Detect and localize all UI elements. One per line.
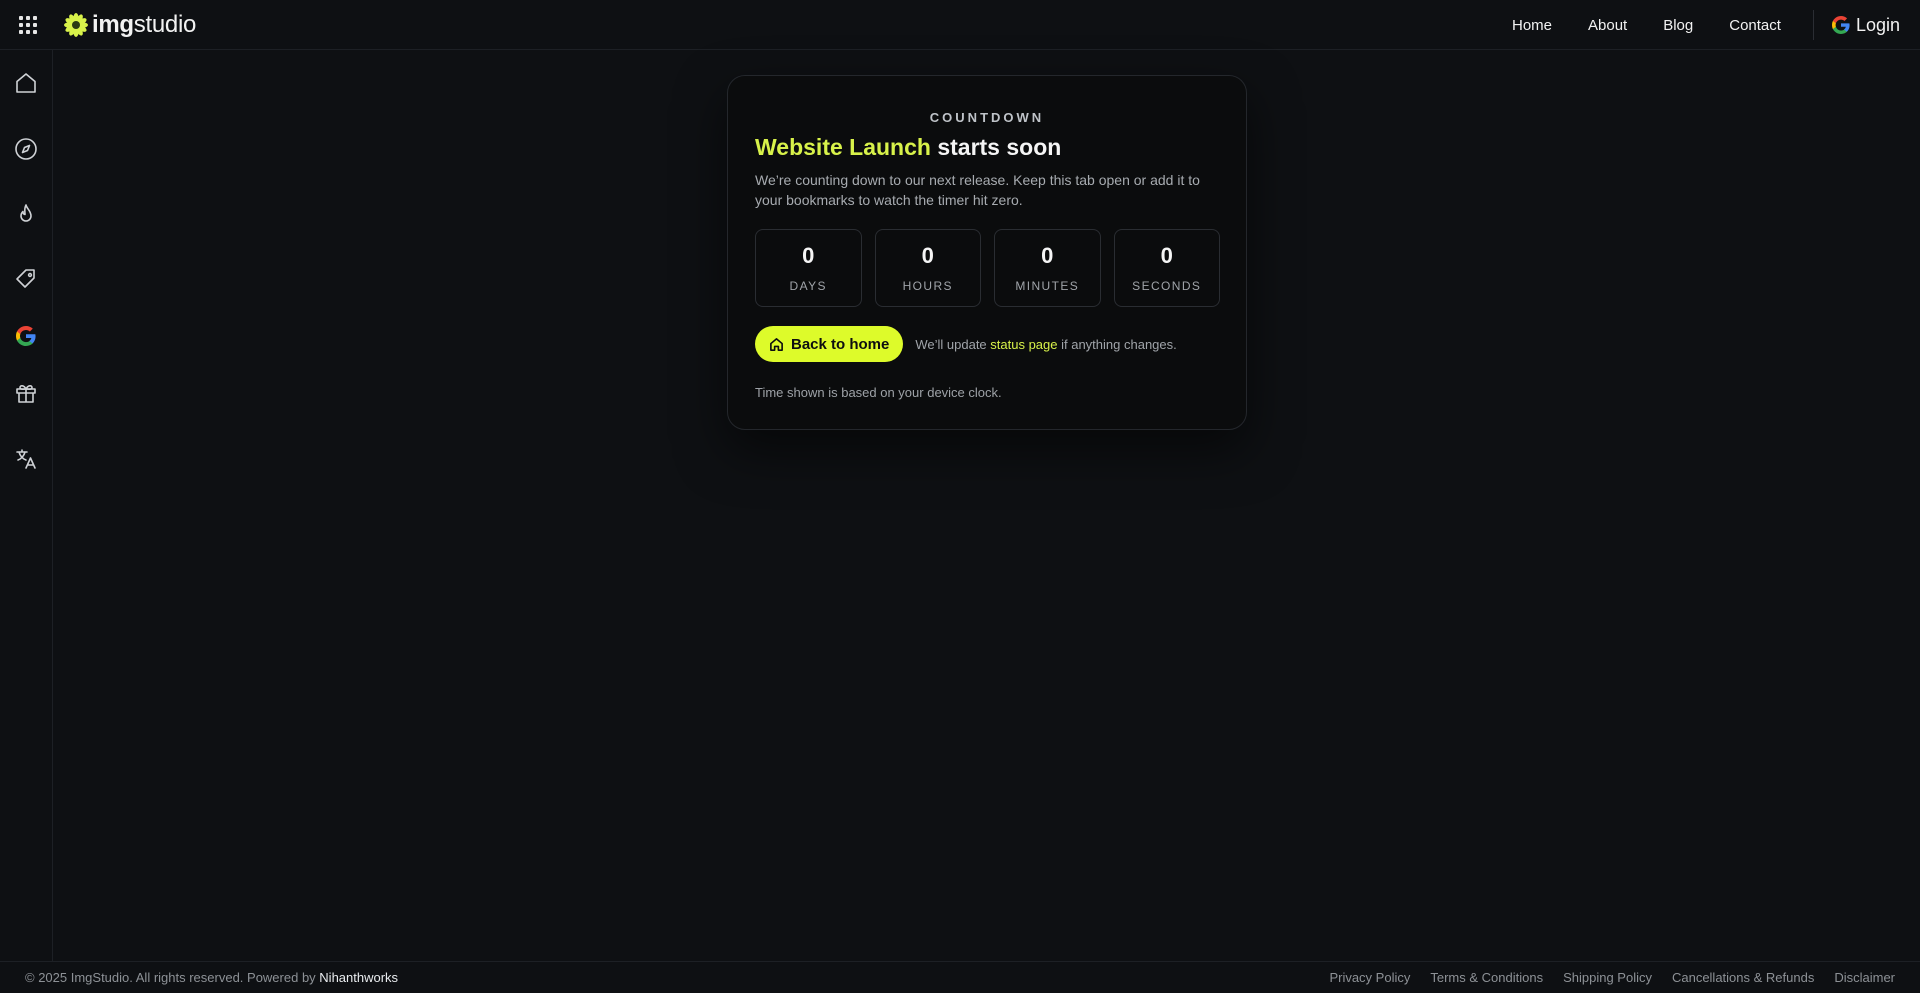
home-icon[interactable]	[13, 70, 39, 96]
footer-link-terms[interactable]: Terms & Conditions	[1430, 970, 1543, 985]
card-actions: Back to home We’ll update status page if…	[755, 326, 1177, 362]
timer-label: MINUTES	[1015, 279, 1080, 293]
footer-link-disclaimer[interactable]: Disclaimer	[1834, 970, 1895, 985]
timer-value: 0	[921, 243, 934, 268]
footer-link-refunds[interactable]: Cancellations & Refunds	[1672, 970, 1814, 985]
title-accent: Website Launch	[755, 134, 931, 160]
footer-link-shipping[interactable]: Shipping Policy	[1563, 970, 1652, 985]
countdown-timer: 0 DAYS 0 HOURS 0 MINUTES 0 SECONDS	[755, 229, 1220, 307]
nav-about[interactable]: About	[1588, 17, 1627, 34]
card-eyebrow: COUNTDOWN	[929, 110, 1045, 125]
status-page-link[interactable]: status page	[990, 337, 1057, 352]
timer-days: 0 DAYS	[755, 229, 862, 307]
nav-home[interactable]: Home	[1512, 17, 1552, 34]
nav-blog[interactable]: Blog	[1663, 17, 1693, 34]
main-nav: Home About Blog Contact Login	[1512, 0, 1920, 50]
google-sidebar-icon[interactable]	[13, 323, 39, 349]
card-description: We’re counting down to our next release.…	[755, 172, 1200, 208]
translate-icon[interactable]	[13, 446, 39, 472]
copyright: © 2025 ImgStudio. All rights reserved. P…	[25, 970, 398, 985]
logo-text: imgstudio	[92, 11, 196, 39]
logo-text-light: studio	[133, 11, 197, 38]
logo-text-bold: img	[92, 11, 134, 38]
google-icon	[1831, 16, 1850, 34]
login-label: Login	[1855, 14, 1900, 35]
back-to-home-button[interactable]: Back to home	[755, 326, 904, 362]
login-button[interactable]: Login	[1831, 14, 1900, 36]
timer-label: DAYS	[789, 279, 827, 293]
status-note: We’ll update status page if anything cha…	[915, 337, 1176, 352]
timer-label: SECONDS	[1132, 279, 1202, 293]
timer-minutes: 0 MINUTES	[994, 229, 1101, 307]
copyright-text: © 2025 ImgStudio. All rights reserved. P…	[25, 970, 320, 985]
logo[interactable]: imgstudio	[63, 10, 196, 40]
apps-grid-icon[interactable]	[19, 16, 37, 34]
timer-hours: 0 HOURS	[874, 229, 981, 307]
timer-seconds: 0 SECONDS	[1113, 229, 1220, 307]
footer-link-privacy[interactable]: Privacy Policy	[1329, 970, 1410, 985]
title-rest: starts soon	[930, 134, 1062, 160]
compass-icon[interactable]	[13, 136, 39, 162]
note-suffix: if anything changes.	[1057, 336, 1177, 352]
nav-divider	[1812, 10, 1814, 40]
tag-icon[interactable]	[13, 266, 39, 292]
sidebar	[0, 50, 53, 961]
footer-links: Privacy Policy Terms & Conditions Shippi…	[1329, 970, 1895, 985]
logo-flower-icon	[64, 13, 88, 37]
timer-value: 0	[1160, 243, 1173, 268]
note-prefix: We’ll update	[915, 336, 991, 352]
timer-value: 0	[802, 243, 815, 268]
timer-value: 0	[1041, 243, 1054, 268]
back-to-home-label: Back to home	[791, 335, 890, 353]
flame-icon[interactable]	[13, 201, 39, 227]
gift-icon[interactable]	[13, 380, 39, 406]
home-icon	[770, 337, 783, 351]
top-bar: imgstudio Home About Blog Contact Login	[0, 0, 1920, 50]
footer: © 2025 ImgStudio. All rights reserved. P…	[0, 961, 1920, 993]
page-title: Website Launch starts soon	[755, 134, 1061, 161]
countdown-card: COUNTDOWN Website Launch starts soon We’…	[727, 75, 1247, 430]
timer-label: HOURS	[902, 279, 953, 293]
clock-note: Time shown is based on your device clock…	[755, 385, 1002, 400]
powered-by-link[interactable]: Nihanthworks	[319, 970, 398, 985]
nav-contact[interactable]: Contact	[1729, 17, 1781, 34]
